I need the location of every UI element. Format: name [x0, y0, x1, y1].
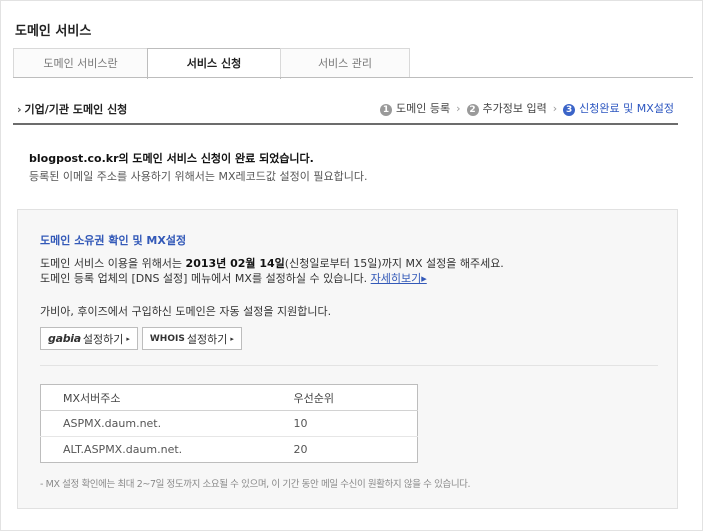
mx-note: - MX 설정 확인에는 최대 2~7일 정도까지 소요될 수 있으며, 이 기…: [40, 479, 471, 490]
mx-deadline-text: 도메인 서비스 이용을 위해서는 2013년 02월 14일(신청일로부터 15…: [40, 255, 504, 271]
completion-description: 등록된 이메일 주소를 사용하기 위해서는 MX레코드값 설정이 필요합니다.: [29, 170, 368, 183]
section-title-text: 기업/기관 도메인 신청: [24, 103, 128, 116]
caret-right-icon: ▸: [126, 334, 130, 343]
step-label: 신청완료 및 MX설정: [579, 102, 674, 115]
detail-link[interactable]: 자세히보기▸: [371, 272, 427, 285]
mx-server-cell: ALT.ASPMX.daum.net.: [63, 443, 183, 456]
section-title: › 기업/기관 도메인 신청: [17, 101, 127, 117]
section-divider: [13, 123, 678, 125]
deadline-prefix: 도메인 서비스 이용을 위해서는: [40, 257, 186, 270]
mx-server-cell: ASPMX.daum.net.: [40, 410, 294, 437]
provider-buttons: gabia 설정하기 ▸ WHOIS 설정하기 ▸: [40, 327, 246, 350]
button-label: 설정하기: [186, 332, 228, 346]
service-tabs: 도메인 서비스란 서비스 신청 서비스 관리: [13, 48, 410, 79]
box-divider: [40, 365, 658, 366]
mx-setup-box: 도메인 소유권 확인 및 MX설정 도메인 서비스 이용을 위해서는 2013년…: [17, 209, 678, 509]
button-label: 설정하기: [82, 332, 124, 346]
priority-cell: 10: [293, 410, 418, 437]
gabia-logo-icon: gabia: [48, 332, 81, 345]
section-arrow-icon: ›: [17, 103, 22, 116]
caret-right-icon: ▸: [230, 334, 234, 343]
whois-logo-icon: WHOIS: [149, 333, 185, 344]
deadline-date: 2013년 02월 14일: [185, 257, 285, 270]
tab-service-manage[interactable]: 서비스 관리: [280, 48, 410, 78]
whois-setup-button[interactable]: WHOIS 설정하기 ▸: [141, 327, 242, 350]
step-label: 추가정보 입력: [482, 102, 547, 115]
step-domain-register: 1 도메인 등록: [380, 100, 450, 116]
mx-record-table: MX서버주소 우선순위 ASPMX.daum.net. 10 ALT.ASPMX…: [40, 384, 418, 463]
tab-about-domain-service[interactable]: 도메인 서비스란: [13, 48, 148, 78]
tab-underline: [13, 77, 693, 78]
completion-title: blogpost.co.kr의 도메인 서비스 신청이 완료 되었습니다.: [29, 152, 314, 165]
step-number-icon: 1: [380, 104, 392, 116]
header-mx-server: MX서버주소: [40, 384, 294, 411]
step-separator-icon: ›: [552, 101, 558, 115]
mx-setup-title: 도메인 소유권 확인 및 MX설정: [40, 234, 187, 247]
dns-setup-text: 도메인 등록 업체의 [DNS 설정] 메뉴에서 MX를 설정하실 수 있습니다…: [40, 270, 427, 286]
step-number-icon: 2: [466, 104, 479, 116]
auto-setup-text: 가비아, 후이즈에서 구입하신 도메인은 자동 설정을 지원합니다.: [40, 305, 332, 318]
priority-cell: 20: [293, 443, 308, 456]
gabia-setup-button[interactable]: gabia 설정하기 ▸: [40, 327, 138, 350]
step-complete-mx: 3 신청완료 및 MX설정: [563, 100, 674, 116]
dns-setup-instruction: 도메인 등록 업체의 [DNS 설정] 메뉴에서 MX를 설정하실 수 있습니다…: [40, 272, 368, 285]
step-number-icon: 3: [563, 104, 576, 116]
table-header-row: MX서버주소 우선순위: [40, 384, 418, 411]
step-separator-icon: ›: [456, 101, 461, 115]
step-additional-info: 2 추가정보 입력: [466, 100, 547, 116]
table-row: ALT.ASPMX.daum.net. 20: [41, 437, 418, 463]
header-priority: 우선순위: [293, 384, 418, 411]
progress-steps: 1 도메인 등록 › 2 추가정보 입력 › 3 신청완료 및 MX설정: [380, 100, 674, 116]
page-title: 도메인 서비스: [15, 24, 92, 39]
tab-service-apply[interactable]: 서비스 신청: [147, 48, 281, 79]
deadline-suffix: (신청일로부터 15일)까지 MX 설정을 해주세요.: [284, 257, 504, 270]
table-row: ASPMX.daum.net. 10: [40, 410, 418, 437]
step-label: 도메인 등록: [396, 102, 451, 115]
